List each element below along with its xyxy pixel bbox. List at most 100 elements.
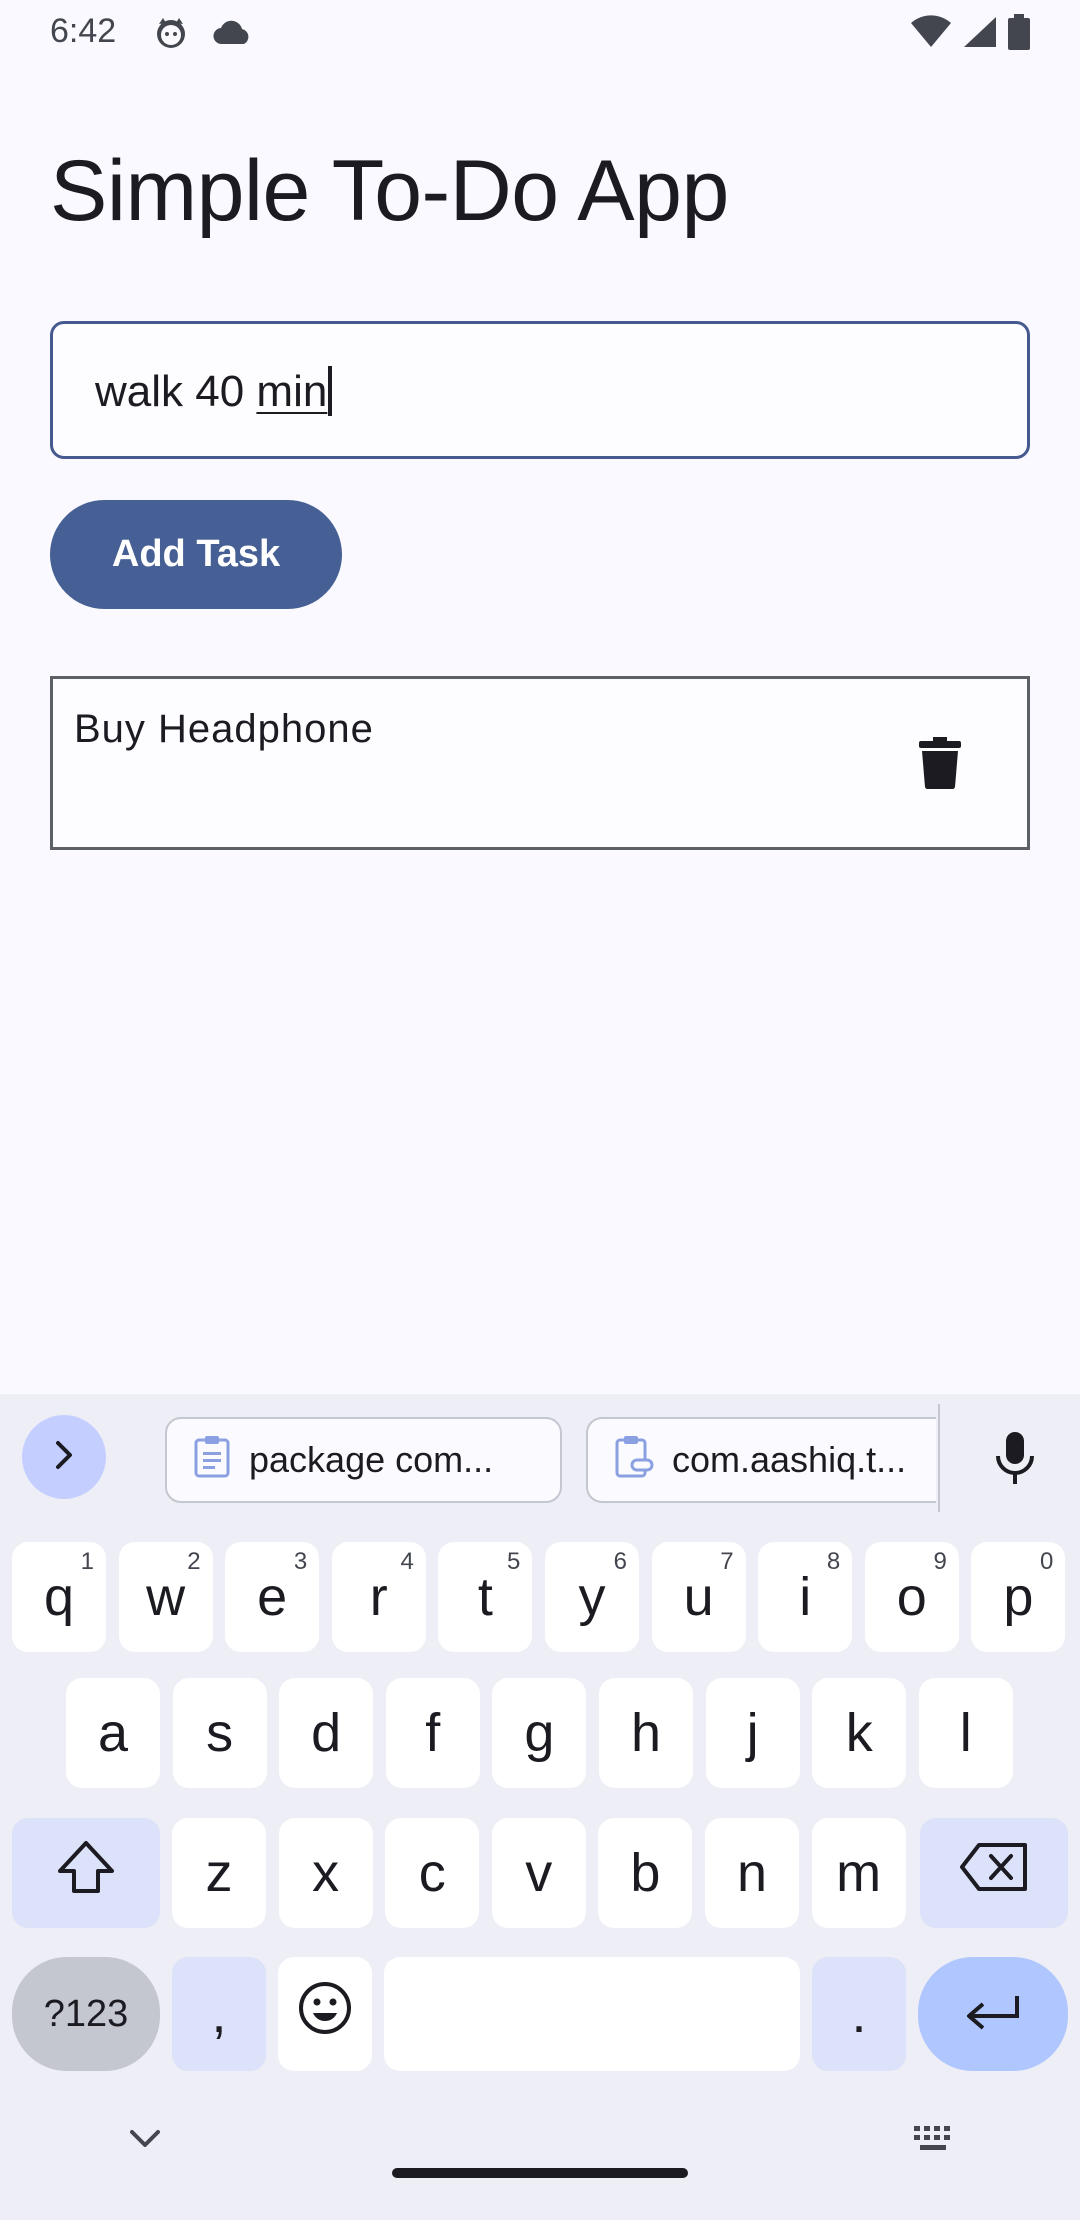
key-label: r — [369, 1567, 388, 1627]
key-hint: 1 — [80, 1548, 94, 1575]
toolbar-divider — [938, 1404, 940, 1512]
key-label: t — [477, 1567, 493, 1627]
key-w[interactable]: w2 — [118, 1542, 213, 1652]
key-u[interactable]: u7 — [651, 1542, 746, 1652]
key-label: q — [43, 1567, 75, 1627]
key-m[interactable]: m — [811, 1818, 906, 1928]
key-label: n — [736, 1843, 768, 1903]
symbols-key[interactable]: ?123 — [12, 1957, 160, 2071]
key-label: b — [630, 1843, 661, 1903]
key-l[interactable]: l — [918, 1678, 1013, 1788]
clipboard-suggestion-1[interactable]: package com... — [165, 1417, 562, 1503]
wifi-icon — [910, 15, 952, 54]
navigation-bar — [0, 2090, 1080, 2220]
key-label: v — [525, 1843, 553, 1903]
key-hint: 4 — [400, 1548, 414, 1575]
key-q[interactable]: q1 — [12, 1542, 106, 1652]
delete-task-icon[interactable] — [917, 737, 963, 790]
add-task-button[interactable]: Add Task — [50, 500, 342, 609]
microphone-icon[interactable] — [994, 1432, 1036, 1491]
status-bar: 6:42 — [0, 0, 1080, 66]
key-label: w — [146, 1567, 186, 1627]
task-input-value[interactable]: walk 40 min — [95, 366, 333, 417]
clipboard-suggestion-text: package com... — [249, 1439, 494, 1480]
key-r[interactable]: r4 — [331, 1542, 426, 1652]
key-hint: 8 — [826, 1548, 841, 1575]
key-label: z — [205, 1843, 233, 1903]
key-h[interactable]: h — [599, 1678, 693, 1788]
chevron-right-icon — [50, 1439, 78, 1476]
key-label: e — [257, 1567, 288, 1627]
clipboard-icon — [193, 1434, 231, 1487]
key-label: p — [1003, 1567, 1034, 1627]
backspace-key[interactable] — [920, 1818, 1068, 1928]
key-f[interactable]: f — [385, 1678, 480, 1788]
text-caret — [328, 366, 333, 416]
key-label: y — [578, 1567, 606, 1627]
signal-icon — [962, 15, 998, 54]
key-label: k — [845, 1703, 873, 1763]
key-label: x — [312, 1843, 340, 1903]
task-input[interactable]: walk 40 min — [50, 321, 1030, 459]
key-label: o — [896, 1567, 927, 1627]
period-key[interactable]: . — [812, 1957, 906, 2071]
key-a[interactable]: a — [66, 1678, 160, 1788]
key-hint: 5 — [507, 1548, 521, 1575]
comma-key[interactable]: , — [172, 1957, 266, 2071]
status-time: 6:42 — [50, 12, 117, 50]
key-label: g — [524, 1703, 555, 1763]
key-label: s — [206, 1703, 234, 1763]
enter-icon — [963, 1983, 1023, 2045]
hide-keyboard-icon[interactable] — [128, 2128, 162, 2155]
emoji-icon — [297, 1980, 353, 2049]
space-key[interactable] — [384, 1957, 800, 2071]
page-title: Simple To-Do App — [50, 143, 729, 239]
backspace-icon — [959, 1842, 1029, 1905]
key-v[interactable]: v — [491, 1818, 586, 1928]
task-item: Buy Headphone — [50, 676, 1030, 850]
key-x[interactable]: x — [278, 1818, 373, 1928]
key-i[interactable]: i8 — [758, 1542, 853, 1652]
key-label: u — [683, 1567, 714, 1627]
key-label: f — [425, 1703, 441, 1763]
cat-face-icon — [154, 16, 188, 55]
enter-key[interactable] — [918, 1957, 1068, 2071]
key-p[interactable]: p0 — [971, 1542, 1066, 1652]
key-t[interactable]: t5 — [438, 1542, 533, 1652]
battery-icon — [1008, 14, 1030, 55]
key-label: i — [799, 1567, 812, 1627]
clipboard-suggestion-2[interactable]: com.aashiq.t... — [586, 1417, 936, 1503]
input-text: walk 40 — [95, 367, 257, 416]
expand-toolbar-button[interactable] — [22, 1415, 106, 1499]
key-label: a — [97, 1703, 129, 1763]
clipboard-link-icon — [614, 1434, 654, 1487]
key-y[interactable]: y6 — [545, 1542, 639, 1652]
home-indicator[interactable] — [392, 2168, 688, 2178]
key-g[interactable]: g — [492, 1678, 587, 1788]
cloud-icon — [212, 20, 252, 51]
shift-key[interactable] — [12, 1818, 160, 1928]
key-s[interactable]: s — [172, 1678, 267, 1788]
key-hint: 3 — [293, 1548, 308, 1575]
key-hint: 6 — [613, 1548, 627, 1575]
clipboard-suggestion-text: com.aashiq.t... — [672, 1439, 907, 1480]
key-k[interactable]: k — [812, 1678, 907, 1788]
key-z[interactable]: z — [172, 1818, 266, 1928]
key-label: m — [836, 1843, 882, 1903]
key-label: h — [630, 1703, 662, 1763]
emoji-key[interactable] — [278, 1957, 372, 2071]
shift-icon — [56, 1839, 116, 1908]
key-d[interactable]: d — [279, 1678, 374, 1788]
key-c[interactable]: c — [385, 1818, 480, 1928]
key-hint: 2 — [187, 1548, 201, 1575]
keyboard-switch-icon[interactable] — [912, 2124, 958, 2159]
key-n[interactable]: n — [705, 1818, 799, 1928]
key-b[interactable]: b — [598, 1818, 693, 1928]
key-o[interactable]: o9 — [864, 1542, 959, 1652]
key-label: d — [311, 1703, 342, 1763]
task-label: Buy Headphone — [74, 707, 374, 751]
soft-keyboard: package com... com.aashiq.t... q1w2e3r4t… — [0, 1394, 1080, 2220]
key-label: l — [959, 1703, 972, 1763]
key-e[interactable]: e3 — [225, 1542, 320, 1652]
key-j[interactable]: j — [705, 1678, 800, 1788]
